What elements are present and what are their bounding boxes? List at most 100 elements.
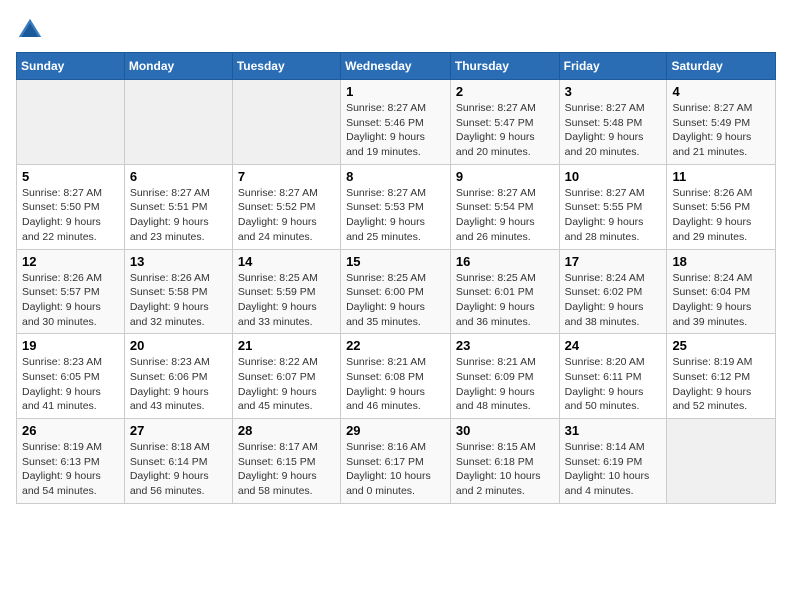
day-number: 5 (22, 169, 119, 184)
day-info: Sunrise: 8:19 AM Sunset: 6:12 PM Dayligh… (672, 355, 770, 414)
day-number: 2 (456, 84, 554, 99)
day-cell: 29 Sunrise: 8:16 AM Sunset: 6:17 PM Dayli… (341, 419, 451, 504)
day-cell (232, 80, 340, 165)
day-info: Sunrise: 8:26 AM Sunset: 5:56 PM Dayligh… (672, 186, 770, 245)
day-number: 3 (565, 84, 662, 99)
calendar-header: SundayMondayTuesdayWednesdayThursdayFrid… (17, 53, 776, 80)
day-number: 29 (346, 423, 445, 438)
day-info: Sunrise: 8:25 AM Sunset: 5:59 PM Dayligh… (238, 271, 335, 330)
day-number: 14 (238, 254, 335, 269)
calendar-table: SundayMondayTuesdayWednesdayThursdayFrid… (16, 52, 776, 504)
day-cell: 19Sunrise: 8:23 AM Sunset: 6:05 PM Dayli… (17, 334, 125, 419)
day-cell: 27 Sunrise: 8:18 AM Sunset: 6:14 PM Dayli… (124, 419, 232, 504)
day-number: 19 (22, 338, 119, 353)
day-cell: 9 Sunrise: 8:27 AM Sunset: 5:54 PM Daylig… (450, 164, 559, 249)
logo (16, 16, 48, 44)
day-number: 27 (130, 423, 227, 438)
header-thursday: Thursday (450, 53, 559, 80)
day-info: Sunrise: 8:18 AM Sunset: 6:14 PM Dayligh… (130, 440, 227, 499)
page-header (16, 16, 776, 44)
day-info: Sunrise: 8:21 AM Sunset: 6:08 PM Dayligh… (346, 355, 445, 414)
day-info: Sunrise: 8:26 AM Sunset: 5:57 PM Dayligh… (22, 271, 119, 330)
day-number: 30 (456, 423, 554, 438)
day-cell: 18 Sunrise: 8:24 AM Sunset: 6:04 PM Dayli… (667, 249, 776, 334)
day-info: Sunrise: 8:27 AM Sunset: 5:53 PM Dayligh… (346, 186, 445, 245)
day-number: 12 (22, 254, 119, 269)
day-number: 11 (672, 169, 770, 184)
day-cell: 23Sunrise: 8:21 AM Sunset: 6:09 PM Dayli… (450, 334, 559, 419)
day-info: Sunrise: 8:19 AM Sunset: 6:13 PM Dayligh… (22, 440, 119, 499)
day-info: Sunrise: 8:27 AM Sunset: 5:55 PM Dayligh… (565, 186, 662, 245)
day-cell: 25Sunrise: 8:19 AM Sunset: 6:12 PM Dayli… (667, 334, 776, 419)
week-row-2: 12 Sunrise: 8:26 AM Sunset: 5:57 PM Dayli… (17, 249, 776, 334)
day-info: Sunrise: 8:27 AM Sunset: 5:54 PM Dayligh… (456, 186, 554, 245)
day-info: Sunrise: 8:27 AM Sunset: 5:48 PM Dayligh… (565, 101, 662, 160)
day-number: 16 (456, 254, 554, 269)
day-cell: 24 Sunrise: 8:20 AM Sunset: 6:11 PM Dayli… (559, 334, 667, 419)
day-number: 20 (130, 338, 227, 353)
week-row-4: 26 Sunrise: 8:19 AM Sunset: 6:13 PM Dayli… (17, 419, 776, 504)
day-cell: 28Sunrise: 8:17 AM Sunset: 6:15 PM Dayli… (232, 419, 340, 504)
day-cell (667, 419, 776, 504)
day-cell: 6 Sunrise: 8:27 AM Sunset: 5:51 PM Daylig… (124, 164, 232, 249)
day-number: 18 (672, 254, 770, 269)
day-info: Sunrise: 8:27 AM Sunset: 5:46 PM Dayligh… (346, 101, 445, 160)
day-info: Sunrise: 8:16 AM Sunset: 6:17 PM Dayligh… (346, 440, 445, 499)
day-cell: 4 Sunrise: 8:27 AM Sunset: 5:49 PM Daylig… (667, 80, 776, 165)
day-info: Sunrise: 8:27 AM Sunset: 5:49 PM Dayligh… (672, 101, 770, 160)
day-cell: 17 Sunrise: 8:24 AM Sunset: 6:02 PM Dayli… (559, 249, 667, 334)
day-cell: 26 Sunrise: 8:19 AM Sunset: 6:13 PM Dayli… (17, 419, 125, 504)
day-cell: 2Sunrise: 8:27 AM Sunset: 5:47 PM Daylig… (450, 80, 559, 165)
day-number: 17 (565, 254, 662, 269)
day-info: Sunrise: 8:15 AM Sunset: 6:18 PM Dayligh… (456, 440, 554, 499)
day-number: 22 (346, 338, 445, 353)
week-row-1: 5 Sunrise: 8:27 AM Sunset: 5:50 PM Daylig… (17, 164, 776, 249)
day-cell: 15Sunrise: 8:25 AM Sunset: 6:00 PM Dayli… (341, 249, 451, 334)
day-cell: 14 Sunrise: 8:25 AM Sunset: 5:59 PM Dayli… (232, 249, 340, 334)
header-friday: Friday (559, 53, 667, 80)
day-number: 6 (130, 169, 227, 184)
week-row-3: 19Sunrise: 8:23 AM Sunset: 6:05 PM Dayli… (17, 334, 776, 419)
day-number: 15 (346, 254, 445, 269)
day-cell: 3 Sunrise: 8:27 AM Sunset: 5:48 PM Daylig… (559, 80, 667, 165)
day-number: 28 (238, 423, 335, 438)
day-info: Sunrise: 8:27 AM Sunset: 5:50 PM Dayligh… (22, 186, 119, 245)
day-number: 31 (565, 423, 662, 438)
day-info: Sunrise: 8:24 AM Sunset: 6:02 PM Dayligh… (565, 271, 662, 330)
header-monday: Monday (124, 53, 232, 80)
day-cell: 21 Sunrise: 8:22 AM Sunset: 6:07 PM Dayli… (232, 334, 340, 419)
day-number: 26 (22, 423, 119, 438)
day-number: 1 (346, 84, 445, 99)
day-info: Sunrise: 8:24 AM Sunset: 6:04 PM Dayligh… (672, 271, 770, 330)
day-number: 7 (238, 169, 335, 184)
day-cell (124, 80, 232, 165)
day-cell: 12 Sunrise: 8:26 AM Sunset: 5:57 PM Dayli… (17, 249, 125, 334)
day-number: 24 (565, 338, 662, 353)
header-wednesday: Wednesday (341, 53, 451, 80)
day-number: 4 (672, 84, 770, 99)
day-info: Sunrise: 8:22 AM Sunset: 6:07 PM Dayligh… (238, 355, 335, 414)
day-cell: 31 Sunrise: 8:14 AM Sunset: 6:19 PM Dayli… (559, 419, 667, 504)
day-info: Sunrise: 8:14 AM Sunset: 6:19 PM Dayligh… (565, 440, 662, 499)
day-info: Sunrise: 8:23 AM Sunset: 6:06 PM Dayligh… (130, 355, 227, 414)
day-cell: 5 Sunrise: 8:27 AM Sunset: 5:50 PM Daylig… (17, 164, 125, 249)
day-cell (17, 80, 125, 165)
day-cell: 22 Sunrise: 8:21 AM Sunset: 6:08 PM Dayli… (341, 334, 451, 419)
day-info: Sunrise: 8:27 AM Sunset: 5:51 PM Dayligh… (130, 186, 227, 245)
day-cell: 20 Sunrise: 8:23 AM Sunset: 6:06 PM Dayli… (124, 334, 232, 419)
day-cell: 11 Sunrise: 8:26 AM Sunset: 5:56 PM Dayli… (667, 164, 776, 249)
calendar-body: 1 Sunrise: 8:27 AM Sunset: 5:46 PM Daylig… (17, 80, 776, 504)
day-number: 8 (346, 169, 445, 184)
day-info: Sunrise: 8:25 AM Sunset: 6:01 PM Dayligh… (456, 271, 554, 330)
day-info: Sunrise: 8:20 AM Sunset: 6:11 PM Dayligh… (565, 355, 662, 414)
day-number: 10 (565, 169, 662, 184)
day-number: 9 (456, 169, 554, 184)
day-info: Sunrise: 8:27 AM Sunset: 5:52 PM Dayligh… (238, 186, 335, 245)
day-cell: 10 Sunrise: 8:27 AM Sunset: 5:55 PM Dayli… (559, 164, 667, 249)
header-sunday: Sunday (17, 53, 125, 80)
day-number: 13 (130, 254, 227, 269)
day-info: Sunrise: 8:26 AM Sunset: 5:58 PM Dayligh… (130, 271, 227, 330)
day-info: Sunrise: 8:21 AM Sunset: 6:09 PM Dayligh… (456, 355, 554, 414)
logo-icon (16, 16, 44, 44)
day-number: 21 (238, 338, 335, 353)
